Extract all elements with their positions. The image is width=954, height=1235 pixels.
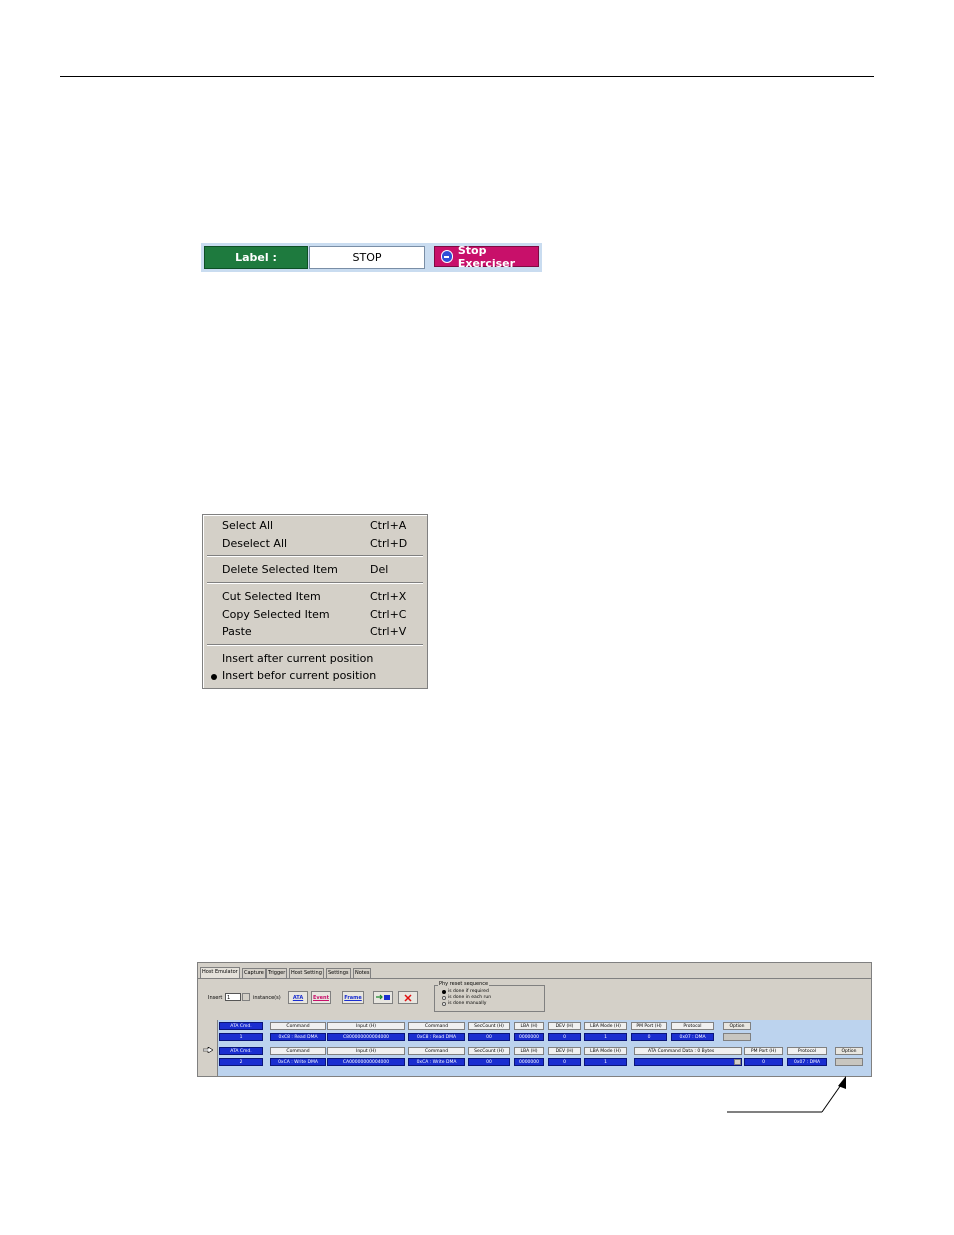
row2-protocol-header: Protocol [787, 1047, 827, 1055]
row2-input-header: Input (H) [327, 1047, 405, 1055]
radio-icon [442, 995, 446, 1000]
row1-dev-value[interactable]: 0 [548, 1033, 581, 1041]
row1-pmport-header: PM Port (H) [631, 1022, 667, 1030]
add-event-button[interactable]: Event [311, 991, 331, 1004]
row1-input-value[interactable]: C800000000004000 [327, 1033, 405, 1041]
stop-exerciser-button[interactable]: Stop Exerciser [434, 243, 539, 270]
menu-separator [207, 555, 423, 557]
tab-divider [198, 978, 871, 979]
row1-option-button[interactable] [723, 1033, 751, 1041]
host-emulator-panel: Host Emulator Capture Trigger Host Setti… [197, 962, 872, 1077]
phy-reset-option-each-run[interactable]: is done in each run [442, 995, 491, 1000]
row2-command2-header: Command [408, 1047, 465, 1055]
row1-lbamode-header: LBA Mode (H) [584, 1022, 627, 1030]
row2-command-header: Command [270, 1047, 326, 1055]
instances-label: instance(s) [253, 995, 281, 1001]
row2-option-label: Option [835, 1047, 863, 1055]
phy-reset-option-manually[interactable]: is done manually [442, 1001, 486, 1006]
row2-command-value[interactable]: 0xCA : Write DMA [270, 1058, 326, 1066]
current-row-arrow-icon [203, 1047, 213, 1053]
row1-ata-cmd-title[interactable]: ATA Cmd. [219, 1022, 263, 1030]
radio-icon [442, 989, 446, 994]
stop-icon [441, 250, 453, 263]
row2-lbamode-value[interactable]: 1 [584, 1058, 627, 1066]
menu-item-insert-after[interactable]: Insert after current position [203, 650, 427, 667]
row1-lba-value[interactable]: 0000000 [514, 1033, 544, 1041]
row2-input-value[interactable]: CA00000000004000 [327, 1058, 405, 1066]
row1-protocol-value[interactable]: 0x07 : DMA [671, 1033, 714, 1041]
row2-pmport-value[interactable]: 0 [744, 1058, 783, 1066]
radio-icon [442, 1001, 446, 1006]
row1-option-label: Option [723, 1022, 751, 1030]
row1-protocol-header: Protocol [671, 1022, 714, 1030]
radio-selected-icon [211, 674, 217, 680]
menu-separator [207, 644, 423, 646]
tab-capture[interactable]: Capture [242, 968, 266, 978]
row1-lba-header: LBA (H) [514, 1022, 544, 1030]
row2-dev-value[interactable]: 0 [548, 1058, 581, 1066]
tab-host-emulator[interactable]: Host Emulator [200, 967, 240, 978]
menu-item-copy-selected[interactable]: Copy Selected Item Ctrl+C [203, 606, 427, 623]
row2-dev-header: DEV (H) [548, 1047, 581, 1055]
row1-command-value[interactable]: 0xC8 : Read DMA [270, 1033, 326, 1041]
label-bar: Label : STOP Stop Exerciser [201, 243, 542, 272]
row1-seccount-header: SecCount (H) [468, 1022, 510, 1030]
menu-item-cut-selected[interactable]: Cut Selected Item Ctrl+X [203, 588, 427, 605]
menu-item-deselect-all[interactable]: Deselect All Ctrl+D [203, 535, 427, 552]
row2-index: 2 [219, 1058, 263, 1066]
delete-item-button[interactable] [398, 991, 418, 1004]
menu-item-delete-selected[interactable]: Delete Selected Item Del [203, 561, 427, 578]
row1-command-header: Command [270, 1022, 326, 1030]
add-ata-button[interactable]: ATA [288, 991, 308, 1004]
insert-arrows-icon [376, 994, 390, 1000]
row2-lbamode-header: LBA Mode (H) [584, 1047, 627, 1055]
row2-ata-cmd-title[interactable]: ATA Cmd. [219, 1047, 263, 1055]
insert-label: Insert [208, 995, 223, 1001]
row2-command2-value[interactable]: 0xCA : Write DMA [408, 1058, 465, 1066]
row2-seccount-header: SecCount (H) [468, 1047, 510, 1055]
header-rule [60, 76, 874, 77]
phy-reset-option-required[interactable]: is done if required [442, 989, 489, 994]
menu-separator [207, 582, 423, 584]
tab-notes[interactable]: Notes [353, 968, 372, 978]
row1-input-header: Input (H) [327, 1022, 405, 1030]
row1-pmport-value[interactable]: 0 [631, 1033, 667, 1041]
row1-seccount-value[interactable]: 00 [468, 1033, 510, 1041]
add-frame-button[interactable]: Frame [342, 991, 364, 1004]
row1-index: 1 [219, 1033, 263, 1041]
chevron-down-icon[interactable] [734, 1059, 741, 1065]
row2-pmport-header: PM Port (H) [744, 1047, 783, 1055]
row2-lba-value[interactable]: 0000000 [514, 1058, 544, 1066]
tab-trigger[interactable]: Trigger [266, 968, 288, 978]
row2-command-data-select[interactable] [634, 1058, 742, 1066]
tab-settings[interactable]: Settings [326, 968, 351, 978]
row2-lba-header: LBA (H) [514, 1047, 544, 1055]
row1-command2-value[interactable]: 0xC8 : Read DMA [408, 1033, 465, 1041]
row2-option-button[interactable] [835, 1058, 863, 1066]
row1-dev-header: DEV (H) [548, 1022, 581, 1030]
stop-exerciser-label: Stop Exerciser [457, 243, 516, 270]
insert-count-input[interactable]: 1 [225, 993, 241, 1001]
phy-reset-title: Phy reset sequence [438, 981, 490, 987]
row2-command-data-header: ATA Command Data : 0 Bytes [634, 1047, 742, 1055]
menu-item-paste[interactable]: Paste Ctrl+V [203, 623, 427, 640]
menu-item-select-all[interactable]: Select All Ctrl+A [203, 517, 427, 534]
label-input[interactable]: STOP [309, 246, 425, 269]
label-caption: Label : [204, 246, 308, 269]
insert-item-button[interactable] [373, 991, 393, 1004]
menu-item-insert-before[interactable]: Insert befor current position [203, 667, 427, 684]
row2-protocol-value[interactable]: 0x07 : DMA [787, 1058, 827, 1066]
row2-seccount-value[interactable]: 00 [468, 1058, 510, 1066]
row1-command2-header: Command [408, 1022, 465, 1030]
insert-count-spinner[interactable] [242, 993, 250, 1001]
context-menu: Select All Ctrl+A Deselect All Ctrl+D De… [202, 514, 428, 689]
tab-host-setting[interactable]: Host Setting [289, 968, 324, 978]
row1-lbamode-value[interactable]: 1 [584, 1033, 627, 1041]
close-icon [404, 993, 412, 1002]
